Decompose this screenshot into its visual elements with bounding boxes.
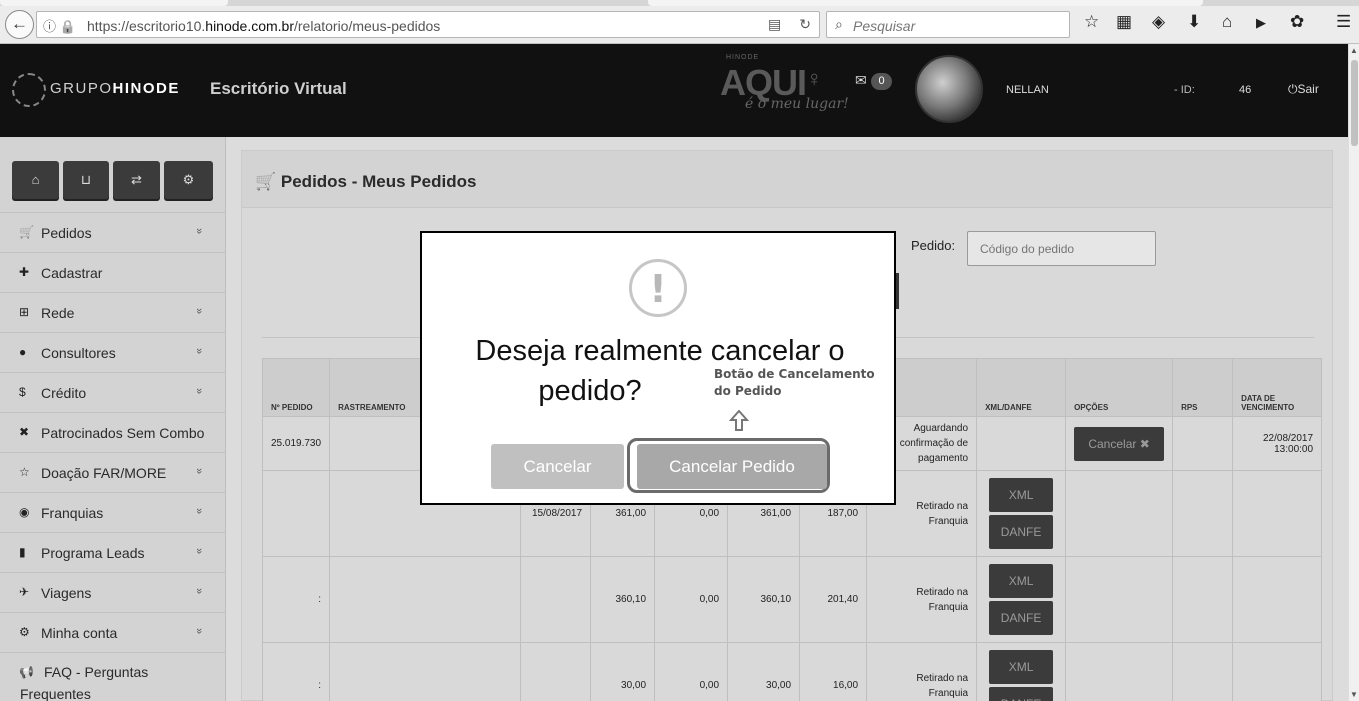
site-info-icon[interactable]: ⓘ 🔒 — [43, 16, 76, 35]
envelope-icon[interactable]: ✉ — [855, 72, 867, 89]
back-arrow-icon[interactable]: ← — [5, 10, 34, 39]
brand-slogan: é o meu lugar! — [745, 96, 849, 112]
annotation-label: Botão de Cancelamento do Pedido — [714, 367, 875, 398]
bookmark-star-icon[interactable]: ☆ — [1084, 12, 1099, 32]
url-bar[interactable]: ⓘ 🔒 https://escritorio10.hinode.com.br/r… — [36, 11, 820, 38]
reading-list-icon[interactable]: ▦ — [1116, 12, 1132, 32]
avatar[interactable] — [915, 55, 983, 123]
youtube-icon[interactable]: ▶ — [1256, 15, 1266, 31]
download-icon[interactable]: ⬇ — [1187, 12, 1201, 32]
addon-icon[interactable]: ✿ — [1290, 12, 1304, 32]
home-icon[interactable]: ⌂ — [1222, 12, 1232, 32]
power-icon: ⏻ — [1288, 82, 1298, 96]
pocket-icon[interactable]: ◈ — [1152, 12, 1165, 32]
user-name: NELLAN — [1006, 84, 1049, 96]
exclamation-icon: ! — [629, 259, 687, 317]
location-pin-icon: ♀ — [806, 66, 823, 91]
reload-icon[interactable]: ↻ — [799, 16, 811, 32]
mail-count-badge[interactable]: 0 — [871, 73, 892, 90]
user-id: 46 — [1239, 84, 1252, 96]
arrow-up-icon — [729, 410, 749, 431]
site-header: GRUPOHINODE Escritório Virtual HINODE AQ… — [0, 44, 1348, 137]
user-id-label: - ID: — [1174, 84, 1195, 96]
url-text[interactable]: https://escritorio10.hinode.com.br/relat… — [87, 18, 440, 34]
search-placeholder: Pesquisar — [853, 18, 916, 34]
scroll-down-icon[interactable]: ▼ — [1350, 690, 1358, 699]
logout-button[interactable]: ⏻Sair — [1288, 82, 1319, 97]
browser-tab[interactable] — [0, 0, 228, 6]
cancel-button[interactable]: Cancelar — [491, 444, 624, 489]
browser-tab[interactable] — [648, 0, 1203, 6]
app-title: Escritório Virtual — [210, 79, 347, 98]
tab-strip — [0, 0, 1359, 6]
search-icon: ⌕ — [835, 16, 843, 32]
menu-icon[interactable]: ☰ — [1336, 12, 1351, 32]
hinode-logo-icon — [12, 73, 46, 107]
scroll-up-icon[interactable]: ▲ — [1350, 46, 1358, 55]
logo-text[interactable]: GRUPOHINODE — [50, 80, 180, 97]
scroll-thumb[interactable] — [1351, 60, 1358, 146]
confirm-cancel-order-button[interactable]: Cancelar Pedido — [637, 444, 827, 489]
brand-small: HINODE — [726, 54, 760, 61]
browser-toolbar: ← ⓘ 🔒 https://escritorio10.hinode.com.br… — [0, 0, 1359, 44]
confirm-cancel-dialog: ! Deseja realmente cancelar o pedido? Bo… — [420, 231, 896, 505]
reader-view-icon[interactable]: ▤ — [768, 16, 781, 32]
search-input[interactable]: ⌕ Pesquisar — [826, 11, 1070, 38]
